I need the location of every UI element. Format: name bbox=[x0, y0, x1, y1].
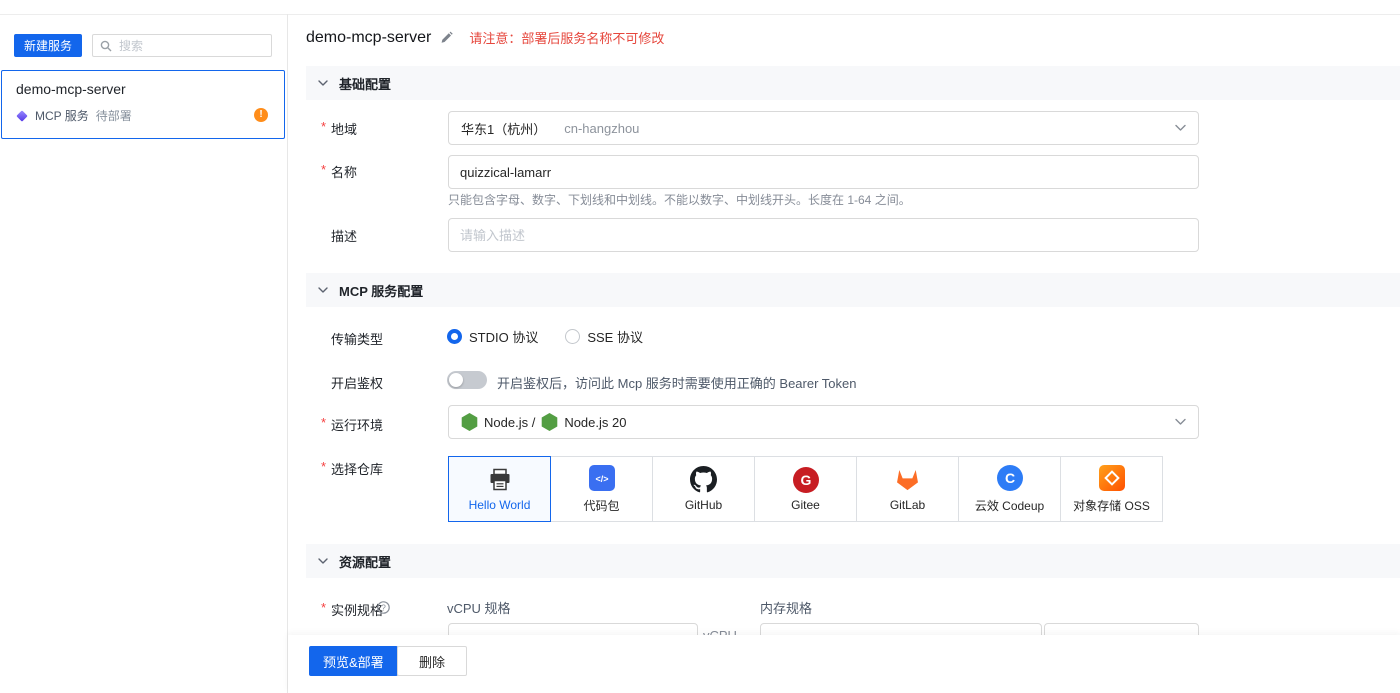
codeup-icon: C bbox=[996, 465, 1023, 492]
auth-toggle[interactable] bbox=[447, 371, 487, 389]
radio-stdio[interactable] bbox=[447, 329, 462, 344]
repo-card-label: 云效 Codeup bbox=[974, 498, 1045, 513]
service-search[interactable] bbox=[92, 34, 272, 57]
search-icon bbox=[100, 40, 112, 52]
radio-sse[interactable] bbox=[565, 329, 581, 344]
spec-required-marker: * bbox=[321, 600, 327, 615]
runtime-select[interactable]: Node.js / Node.js 20 bbox=[448, 405, 1199, 439]
repo-card-label: 对象存储 OSS bbox=[1073, 498, 1150, 513]
chevron-down-icon bbox=[1175, 418, 1186, 426]
runtime-required-marker: * bbox=[321, 415, 327, 430]
repo-card-github[interactable]: GitHub bbox=[652, 456, 755, 522]
name-label: 名称 bbox=[331, 165, 358, 180]
nodejs-icon bbox=[541, 413, 558, 431]
auth-label: 开启鉴权 bbox=[331, 376, 384, 391]
repo-card-hello-world[interactable]: Hello World bbox=[448, 456, 551, 522]
new-service-button[interactable]: 新建服务 bbox=[14, 34, 83, 57]
description-label: 描述 bbox=[331, 229, 358, 244]
top-border bbox=[0, 0, 1400, 15]
service-card-meta: MCP 服务 待部署 bbox=[16, 107, 132, 124]
region-value: 华东1（杭州） bbox=[461, 121, 547, 137]
repo-label: 选择仓库 bbox=[331, 462, 384, 477]
printer-icon bbox=[487, 466, 513, 493]
repo-card-label: 代码包 bbox=[583, 498, 620, 513]
delete-button[interactable]: 删除 bbox=[397, 646, 468, 676]
service-card-demo-mcp-server[interactable]: demo-mcp-server MCP 服务 待部署 ! bbox=[1, 70, 285, 139]
runtime-value-wrap: Node.js / Node.js 20 bbox=[461, 413, 626, 431]
sidebar-divider bbox=[287, 14, 288, 693]
section-resource-config: 资源配置 bbox=[306, 544, 1400, 578]
transport-label: 传输类型 bbox=[331, 332, 384, 347]
region-label: 地域 bbox=[331, 122, 358, 137]
service-type-label: MCP 服务 bbox=[35, 109, 89, 123]
service-card-title: demo-mcp-server bbox=[16, 81, 126, 97]
radio-stdio-label[interactable]: STDIO 协议 bbox=[469, 327, 538, 346]
section-resource-title: 资源配置 bbox=[339, 554, 392, 570]
repo-card-label: Gitee bbox=[791, 498, 820, 512]
section-mcp-config: MCP 服务配置 bbox=[306, 273, 1400, 307]
transport-radio-group: STDIO 协议 SSE 协议 bbox=[447, 327, 643, 346]
edit-name-icon[interactable] bbox=[440, 31, 454, 44]
section-mcp-title: MCP 服务配置 bbox=[339, 283, 424, 299]
runtime-label: 运行环境 bbox=[331, 418, 384, 433]
repo-card-oss[interactable]: 对象存储 OSS bbox=[1060, 456, 1163, 522]
repo-card-group: Hello World </> 代码包 GitHub G Gitee GitLa bbox=[448, 456, 1163, 522]
region-code: cn-hangzhou bbox=[564, 120, 640, 136]
repo-card-gitlab[interactable]: GitLab bbox=[856, 456, 959, 522]
memory-column-label: 内存规格 bbox=[760, 601, 813, 616]
svg-text:G: G bbox=[800, 472, 811, 488]
search-input[interactable] bbox=[117, 37, 264, 54]
runtime-prefix: Node.js / bbox=[484, 414, 536, 430]
nodejs-icon bbox=[461, 413, 478, 431]
vcpu-column-label: vCPU 规格 bbox=[447, 601, 511, 616]
toggle-knob bbox=[449, 373, 463, 387]
repo-card-code-package[interactable]: </> 代码包 bbox=[550, 456, 653, 522]
preview-deploy-button[interactable]: 预览&部署 bbox=[309, 646, 398, 676]
runtime-value: Node.js 20 bbox=[564, 414, 627, 430]
region-required-marker: * bbox=[321, 119, 327, 134]
name-input[interactable] bbox=[448, 155, 1199, 189]
section-basic-title: 基础配置 bbox=[339, 76, 392, 92]
svg-text:</>: </> bbox=[595, 474, 608, 484]
name-required-marker: * bbox=[321, 162, 327, 177]
description-input[interactable] bbox=[448, 218, 1199, 252]
repo-card-label: GitLab bbox=[889, 498, 926, 512]
repo-card-label: GitHub bbox=[684, 498, 723, 512]
pending-warning-icon: ! bbox=[254, 108, 268, 122]
mcp-diamond-icon bbox=[16, 110, 28, 122]
auth-hint: 开启鉴权后，访问此 Mcp 服务时需要使用正确的 Bearer Token bbox=[497, 376, 857, 391]
region-select[interactable]: 华东1（杭州） cn-hangzhou bbox=[448, 111, 1199, 145]
github-icon bbox=[690, 466, 717, 493]
page-title: demo-mcp-server bbox=[306, 28, 432, 46]
code-package-icon: </> bbox=[588, 465, 615, 492]
section-basic-config: 基础配置 bbox=[306, 66, 1400, 100]
service-status-label: 待部署 bbox=[95, 109, 132, 123]
gitlab-icon bbox=[894, 466, 921, 493]
oss-icon bbox=[1098, 465, 1125, 492]
chevron-down-icon bbox=[1175, 124, 1186, 132]
svg-text:?: ? bbox=[381, 602, 386, 612]
spec-info-icon[interactable]: ? bbox=[377, 601, 390, 614]
radio-sse-label[interactable]: SSE 协议 bbox=[587, 327, 643, 346]
collapse-basic-button[interactable] bbox=[318, 80, 328, 86]
name-immutable-warning: 请注意：部署后服务名称不可修改 bbox=[469, 31, 665, 46]
main-header: demo-mcp-server 请注意：部署后服务名称不可修改 bbox=[306, 28, 664, 47]
gitee-icon: G bbox=[792, 466, 819, 493]
spec-label: 实例规格 bbox=[331, 603, 384, 618]
svg-text:C: C bbox=[1004, 470, 1014, 486]
repo-required-marker: * bbox=[321, 459, 327, 474]
repo-card-label: Hello World bbox=[468, 498, 531, 512]
name-hint: 只能包含字母、数字、下划线和中划线。不能以数字、中划线开头。长度在 1-64 之… bbox=[448, 193, 911, 207]
collapse-resource-button[interactable] bbox=[318, 558, 328, 564]
repo-card-codeup[interactable]: C 云效 Codeup bbox=[958, 456, 1061, 522]
footer-action-bar: 预览&部署 删除 bbox=[288, 635, 1400, 693]
repo-card-gitee[interactable]: G Gitee bbox=[754, 456, 857, 522]
collapse-mcp-button[interactable] bbox=[318, 287, 328, 293]
